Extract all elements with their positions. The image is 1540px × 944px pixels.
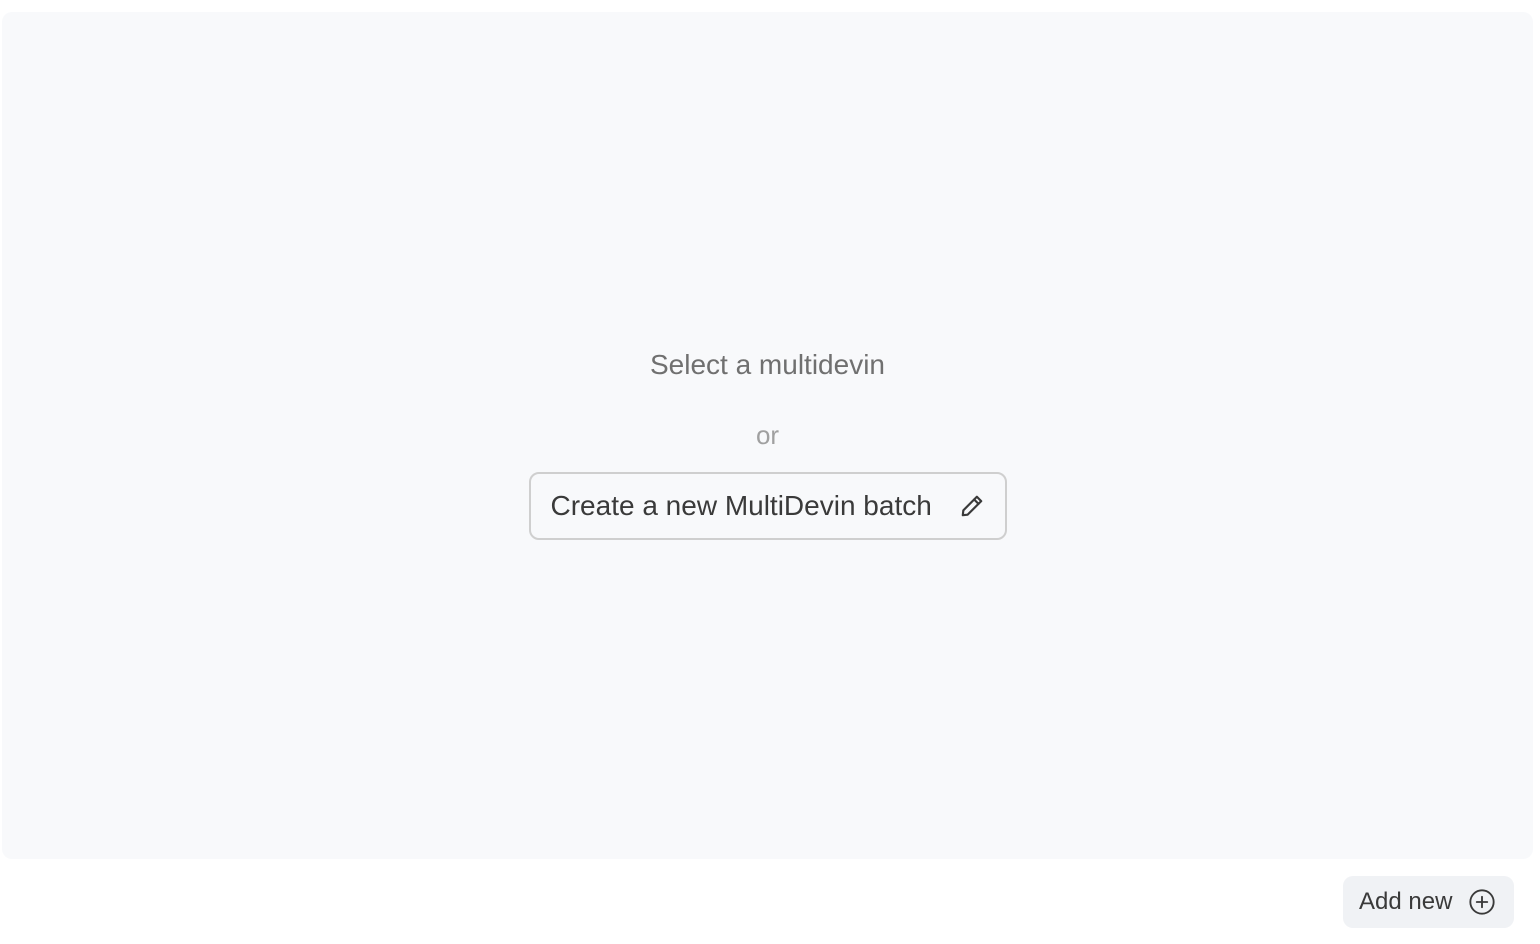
add-new-button-label: Add new	[1359, 888, 1453, 915]
main-panel: Select a multidevin or Create a new Mult…	[2, 12, 1533, 859]
plus-circle-icon	[1468, 888, 1496, 916]
add-new-button[interactable]: Add new	[1343, 876, 1514, 928]
create-batch-button[interactable]: Create a new MultiDevin batch	[528, 472, 1007, 540]
empty-state-prompt: Select a multidevin	[649, 349, 885, 380]
separator-text: or	[755, 420, 780, 450]
empty-state: Select a multidevin or Create a new Mult…	[2, 346, 1533, 540]
create-batch-button-label: Create a new MultiDevin batch	[550, 490, 932, 521]
pencil-icon	[959, 493, 985, 519]
